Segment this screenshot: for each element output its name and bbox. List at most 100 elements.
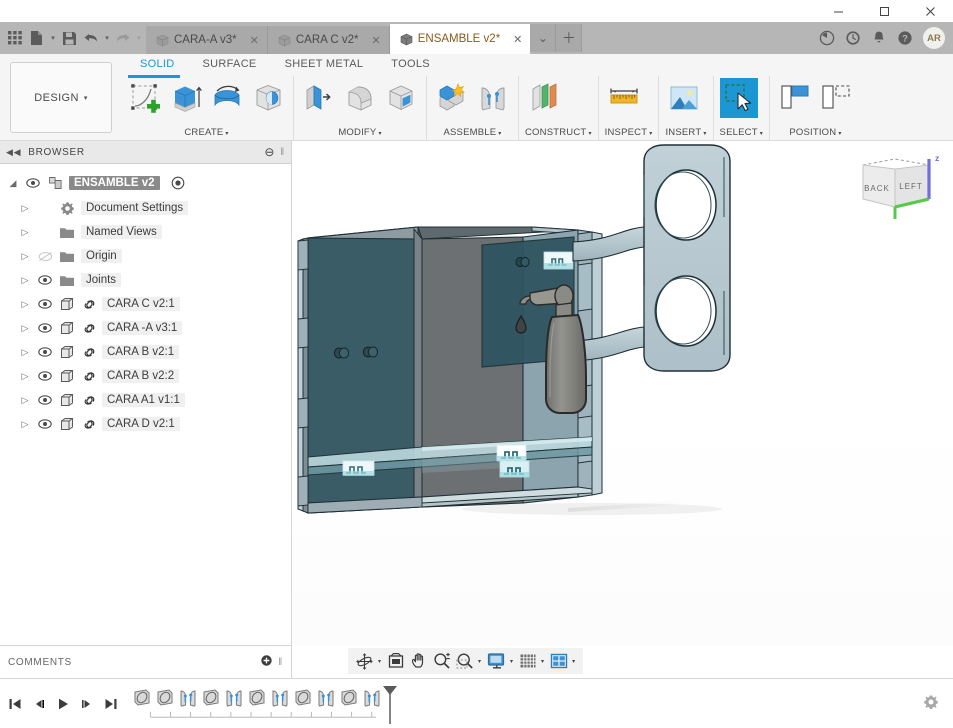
look-at-icon[interactable] (385, 649, 407, 673)
activate-component-radio-icon[interactable] (169, 176, 187, 190)
tree-node-cara-b-v2-1[interactable]: ▷ CARA B v2:1 (0, 340, 291, 364)
timeline-feature-sketch[interactable] (339, 688, 359, 708)
minimize-button[interactable] (815, 0, 861, 22)
expand-arrow-icon[interactable]: ▷ (18, 275, 32, 286)
tree-node-document-settings[interactable]: ▷ Document Settings (0, 196, 291, 220)
zoom-icon[interactable] (431, 649, 453, 673)
timeline-feature-joint[interactable] (224, 688, 244, 708)
timeline-track[interactable] (132, 684, 397, 724)
apps-grid-icon[interactable] (4, 25, 26, 51)
visibility-eye-icon[interactable] (37, 371, 53, 381)
insert-image-icon[interactable] (665, 78, 703, 118)
expand-arrow-icon[interactable]: ▷ (18, 323, 32, 334)
visibility-eye-icon[interactable] (37, 323, 53, 333)
assemble-panel-label[interactable]: ASSEMBLE ▾ (433, 127, 512, 140)
fillet-icon[interactable] (341, 78, 379, 118)
job-status-icon[interactable] (815, 24, 839, 52)
new-file-caret-icon[interactable]: ▾ (48, 25, 58, 51)
tab-surface[interactable]: SURFACE (189, 56, 271, 72)
timeline-feature-joint[interactable] (316, 688, 336, 708)
new-component-icon[interactable] (433, 78, 471, 118)
pan-icon[interactable] (408, 649, 430, 673)
help-icon[interactable]: ? (893, 24, 917, 52)
redo-caret-icon[interactable]: ▾ (134, 25, 144, 51)
tree-node-cara-c-v2-1[interactable]: ▷ CARA C v2:1 (0, 292, 291, 316)
move-copy-icon[interactable] (817, 78, 855, 118)
add-comment-icon[interactable] (261, 655, 272, 669)
inspect-panel-label[interactable]: INSPECT ▾ (605, 127, 653, 140)
timeline-feature-joint[interactable] (178, 688, 198, 708)
document-tab-0[interactable]: CARA-A v3* ✕ (146, 26, 268, 54)
visibility-eye-icon[interactable] (37, 347, 53, 357)
visibility-eye-icon[interactable] (37, 395, 53, 405)
go-to-end-button[interactable] (100, 691, 122, 717)
visibility-eye-icon[interactable] (37, 419, 53, 429)
timeline-feature-joint[interactable] (270, 688, 290, 708)
collapse-panel-icon[interactable]: ◀◀ (6, 147, 21, 158)
timeline-feature-sketch[interactable] (155, 688, 175, 708)
display-settings-caret-icon[interactable]: ▾ (509, 658, 516, 665)
display-settings-icon[interactable] (485, 649, 508, 673)
align-icon[interactable] (776, 78, 814, 118)
viewports-caret-icon[interactable]: ▾ (571, 658, 578, 665)
zoom-window-caret-icon[interactable]: ▾ (477, 658, 484, 665)
expand-arrow-icon[interactable]: ▷ (18, 227, 32, 238)
new-sketch-icon[interactable] (126, 78, 164, 118)
joint-marker-shelf-left[interactable] (342, 460, 375, 476)
tree-node-origin[interactable]: ▷ Origin (0, 244, 291, 268)
timeline-feature-sketch[interactable] (247, 688, 267, 708)
timeline-playhead-marker[interactable] (382, 685, 398, 724)
tab-overflow-chevron-down-icon[interactable]: ⌄ (530, 24, 557, 52)
zoom-window-icon[interactable] (454, 649, 476, 673)
maximize-restore-button[interactable] (861, 0, 907, 22)
joint-icon[interactable] (474, 78, 512, 118)
expand-arrow-icon[interactable]: ▷ (18, 371, 32, 382)
timeline-feature-sketch[interactable] (132, 688, 152, 708)
step-back-button[interactable] (28, 691, 50, 717)
expand-arrow-icon[interactable]: ◢ (6, 178, 20, 189)
avatar[interactable]: AR (923, 27, 945, 49)
create-panel-label[interactable]: CREATE ▾ (126, 127, 287, 140)
bracket-two-hole-mount[interactable] (643, 144, 731, 372)
tree-node-named-views[interactable]: ▷ Named Views (0, 220, 291, 244)
step-forward-button[interactable] (76, 691, 98, 717)
expand-arrow-icon[interactable]: ▷ (18, 251, 32, 262)
document-tab-close-icon[interactable]: ✕ (372, 34, 381, 47)
timeline-feature-sketch[interactable] (293, 688, 313, 708)
new-tab-plus-icon[interactable]: ＋ (556, 24, 583, 52)
timeline-settings-gear-icon[interactable] (923, 694, 953, 713)
document-tab-1[interactable]: CARA C v2* ✕ (267, 26, 390, 54)
measure-icon[interactable] (605, 78, 643, 118)
document-tab-close-icon[interactable]: ✕ (513, 33, 522, 46)
tab-sheet-metal[interactable]: SHEET METAL (271, 56, 378, 72)
extrude-icon[interactable] (167, 78, 205, 118)
tree-node-cara-a1-v1-1[interactable]: ▷ CARA A1 v1:1 (0, 388, 291, 412)
viewports-icon[interactable] (548, 649, 570, 673)
recent-activity-icon[interactable] (841, 24, 865, 52)
visibility-eye-off-icon[interactable] (37, 251, 53, 262)
visibility-eye-icon[interactable] (25, 178, 41, 188)
workspace-switcher-design[interactable]: DESIGN ▾ (10, 62, 112, 133)
tree-node-ensamble-v2[interactable]: ◢ ENSAMBLE v2 (0, 170, 291, 196)
save-icon[interactable] (58, 25, 80, 51)
document-tab-2-active[interactable]: ENSAMBLE v2* ✕ (389, 24, 531, 54)
play-button[interactable] (52, 691, 74, 717)
panel-grip-icon[interactable]: ‖ (278, 657, 283, 668)
timeline-feature-joint[interactable] (362, 688, 382, 708)
visibility-eye-icon[interactable] (37, 275, 53, 285)
tab-solid[interactable]: SOLID (126, 56, 189, 72)
offset-plane-icon[interactable] (525, 78, 563, 118)
grid-snaps-icon[interactable] (517, 649, 539, 673)
insert-panel-label[interactable]: INSERT ▾ (665, 127, 706, 140)
tree-node-joints[interactable]: ▷ Joints (0, 268, 291, 292)
expand-arrow-icon[interactable]: ▷ (18, 395, 32, 406)
document-tab-close-icon[interactable]: ✕ (250, 34, 259, 47)
hole-icon[interactable] (249, 78, 287, 118)
timeline-feature-sketch[interactable] (201, 688, 221, 708)
tree-node-cara-a-v3-1[interactable]: ▷ CARA -A v3:1 (0, 316, 291, 340)
redo-icon[interactable] (112, 25, 134, 51)
expand-arrow-icon[interactable]: ▷ (18, 299, 32, 310)
tree-node-cara-d-v2-1[interactable]: ▷ CARA D v2:1 (0, 412, 291, 436)
select-panel-label[interactable]: SELECT ▾ (720, 127, 763, 140)
view-cube[interactable]: BACK LEFT z (851, 149, 943, 223)
